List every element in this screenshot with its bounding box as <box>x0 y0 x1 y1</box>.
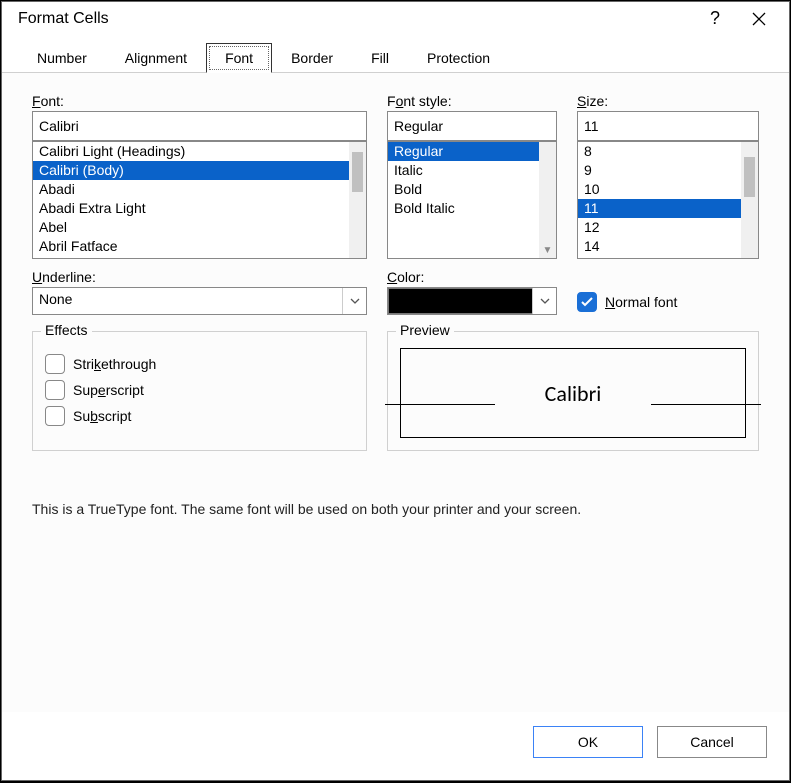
scrollbar[interactable]: ▼ <box>539 142 556 258</box>
checkbox-icon <box>577 292 597 312</box>
preview-group: Preview Calibri <box>387 331 759 451</box>
size-input[interactable] <box>577 111 759 141</box>
checkbox-icon <box>45 406 65 426</box>
list-item[interactable]: 11 <box>578 199 758 218</box>
strikethrough-checkbox[interactable]: Strikethrough <box>45 354 354 374</box>
list-item[interactable]: 10 <box>578 180 758 199</box>
font-listbox[interactable]: Calibri Light (Headings)Calibri (Body)Ab… <box>32 141 367 259</box>
list-item[interactable]: 14 <box>578 237 758 256</box>
list-item[interactable]: 8 <box>578 142 758 161</box>
format-cells-dialog: Format Cells ? NumberAlignmentFontBorder… <box>1 1 790 781</box>
effects-legend: Effects <box>41 322 92 338</box>
checkbox-icon <box>45 354 65 374</box>
list-item[interactable]: Bold Italic <box>388 199 556 218</box>
color-label: Color: <box>387 269 557 285</box>
list-item[interactable]: Italic <box>388 161 556 180</box>
list-item[interactable]: 9 <box>578 161 758 180</box>
normal-font-checkbox[interactable]: Normal font <box>577 292 677 312</box>
underline-value: None <box>33 288 342 314</box>
color-select[interactable] <box>387 287 557 315</box>
font-style-listbox[interactable]: RegularItalicBoldBold Italic ▼ <box>387 141 557 259</box>
list-item[interactable]: 12 <box>578 218 758 237</box>
cancel-button[interactable]: Cancel <box>657 726 767 758</box>
tab-border[interactable]: Border <box>272 43 352 73</box>
list-item[interactable]: Calibri (Body) <box>33 161 366 180</box>
size-label: Size: <box>577 93 759 109</box>
preview-box: Calibri <box>400 348 746 438</box>
list-item[interactable]: Bold <box>388 180 556 199</box>
underline-label: Underline: <box>32 269 367 285</box>
chevron-down-icon <box>532 288 556 314</box>
color-swatch <box>388 288 532 314</box>
subscript-checkbox[interactable]: Subscript <box>45 406 354 426</box>
list-item[interactable]: Abadi <box>33 180 366 199</box>
underline-select[interactable]: None <box>32 287 367 315</box>
scrollbar[interactable] <box>349 142 366 258</box>
tab-protection[interactable]: Protection <box>408 43 509 73</box>
tab-fill[interactable]: Fill <box>352 43 408 73</box>
font-input[interactable] <box>32 111 367 141</box>
normal-font-label: Normal font <box>605 294 677 310</box>
preview-legend: Preview <box>396 322 454 338</box>
subscript-label: Subscript <box>73 408 131 424</box>
ok-button[interactable]: OK <box>533 726 643 758</box>
window-title: Format Cells <box>18 10 693 28</box>
titlebar: Format Cells ? <box>2 2 789 43</box>
superscript-checkbox[interactable]: Superscript <box>45 380 354 400</box>
dialog-body: Font: Calibri Light (Headings)Calibri (B… <box>2 73 789 712</box>
font-style-input[interactable] <box>387 111 557 141</box>
list-item[interactable]: Regular <box>388 142 556 161</box>
checkbox-icon <box>45 380 65 400</box>
list-item[interactable]: Calibri Light (Headings) <box>33 142 366 161</box>
preview-text: Calibri <box>485 380 662 407</box>
font-label: Font: <box>32 93 367 109</box>
tab-bar: NumberAlignmentFontBorderFillProtection <box>2 43 789 73</box>
tab-number[interactable]: Number <box>18 43 106 73</box>
list-item[interactable]: Abril Fatface <box>33 237 366 256</box>
tab-font[interactable]: Font <box>206 43 272 73</box>
list-item[interactable]: Abel <box>33 218 366 237</box>
footer: OK Cancel <box>2 712 789 780</box>
effects-group: Effects Strikethrough Superscript Subscr… <box>32 331 367 451</box>
chevron-down-icon <box>342 288 366 314</box>
scrollbar[interactable] <box>741 142 758 258</box>
strikethrough-label: Strikethrough <box>73 356 156 372</box>
list-item[interactable]: Abadi Extra Light <box>33 199 366 218</box>
tab-alignment[interactable]: Alignment <box>106 43 206 73</box>
close-icon <box>751 11 767 27</box>
footnote: This is a TrueType font. The same font w… <box>32 501 759 517</box>
superscript-label: Superscript <box>73 382 144 398</box>
close-button[interactable] <box>737 11 781 27</box>
size-listbox[interactable]: 8910111214 <box>577 141 759 259</box>
font-style-label: Font style: <box>387 93 557 109</box>
help-button[interactable]: ? <box>693 8 737 29</box>
